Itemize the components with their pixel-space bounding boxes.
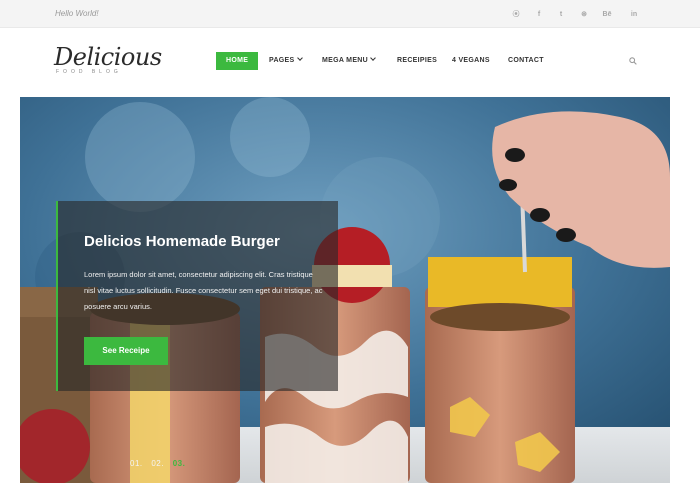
nav-label: MEGA MENU — [322, 57, 368, 64]
nav-item-pages[interactable]: PAGES — [269, 52, 303, 70]
see-receipe-button[interactable]: See Receipe — [84, 337, 168, 365]
slide-indicator-active[interactable]: 03. — [173, 459, 186, 468]
hero-title: Delicios Homemade Burger — [84, 233, 280, 250]
nav-label: 4 VEGANS — [452, 57, 490, 64]
nav-label: CONTACT — [508, 57, 544, 64]
nav-item-mega-menu[interactable]: MEGA MENU — [322, 52, 376, 70]
site-header: Delicious FOOD BLOG HOME PAGES MEGA MENU… — [0, 28, 700, 96]
nav-item-home[interactable]: HOME — [216, 52, 259, 70]
search-icon[interactable] — [629, 57, 637, 65]
site-logo[interactable]: Delicious FOOD BLOG — [54, 44, 162, 75]
nav-label: HOME — [226, 57, 249, 64]
hero-description: Lorem ipsum dolor sit amet, consectetur … — [84, 270, 323, 311]
nav-item-contact[interactable]: CONTACT — [508, 52, 544, 70]
slide-indicator[interactable]: 02. — [151, 459, 164, 468]
top-bar: Hello World! ⦿ f t ⊛ Bē in — [0, 0, 700, 28]
hero-slider: Delicios Homemade Burger Lorem ipsum dol… — [20, 97, 670, 483]
slide-indicator[interactable]: 01. — [130, 459, 143, 468]
hero-caption-box: Delicios Homemade Burger Lorem ipsum dol… — [56, 201, 338, 391]
nav-label: PAGES — [269, 57, 295, 64]
nav-item-receipies[interactable]: RECEIPIES — [397, 52, 437, 70]
nav-label: RECEIPIES — [397, 57, 438, 64]
linkedin-icon[interactable]: in — [626, 8, 642, 22]
nav-item-4-vegans[interactable]: 4 VEGANS — [452, 52, 490, 70]
dribbble-icon[interactable]: ⊛ — [576, 8, 592, 22]
chevron-down-icon — [370, 55, 376, 61]
pinterest-icon[interactable]: ⦿ — [508, 8, 524, 22]
slide-pagination: 01. 02. 03. — [130, 459, 191, 468]
behance-icon[interactable]: Bē — [599, 8, 615, 22]
logo-title: Delicious — [54, 43, 162, 71]
greeting-text: Hello World! — [55, 9, 99, 18]
chevron-down-icon — [296, 55, 303, 61]
facebook-icon[interactable]: f — [531, 8, 547, 22]
twitter-icon[interactable]: t — [553, 8, 569, 22]
